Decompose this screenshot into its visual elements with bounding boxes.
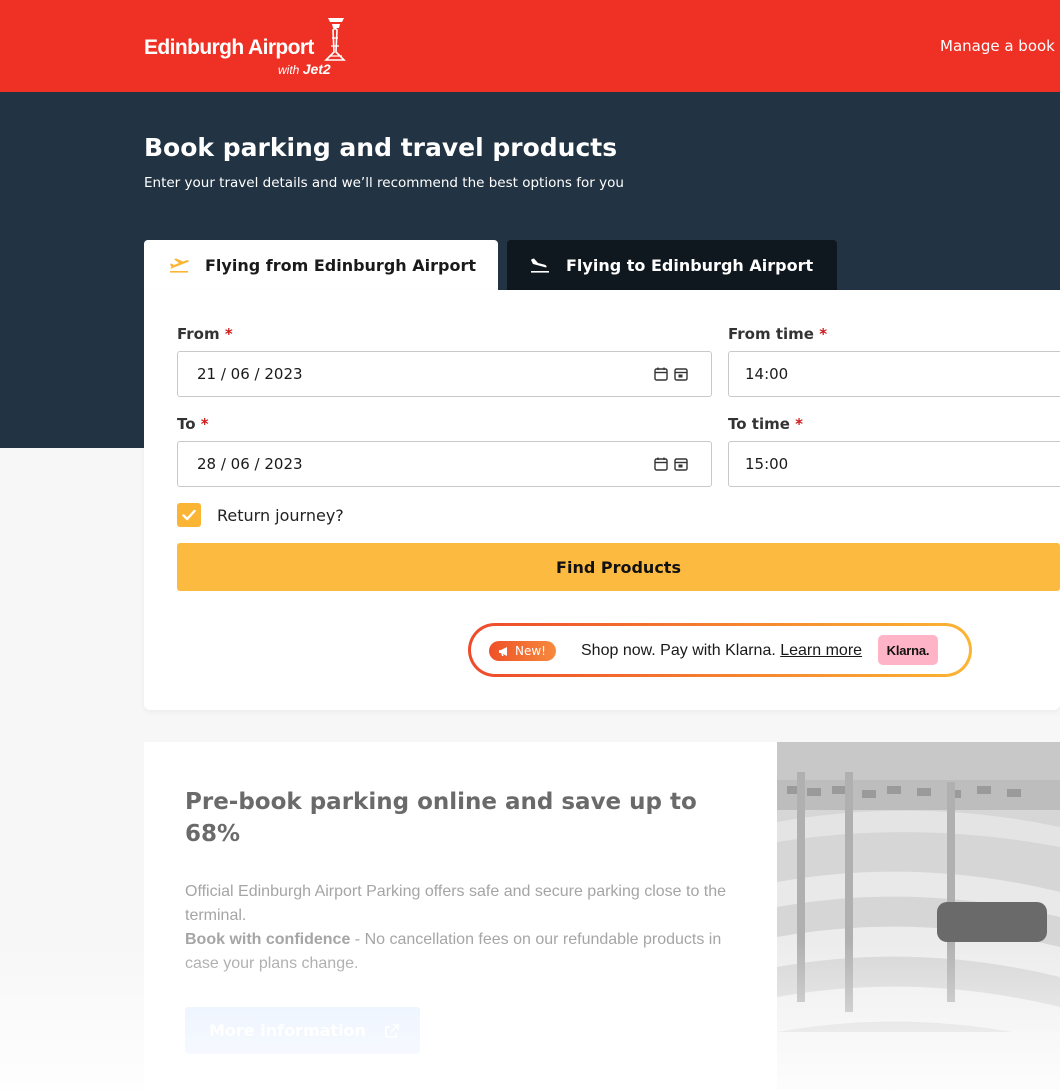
external-link-icon (385, 1023, 399, 1038)
tab-flying-from[interactable]: Flying from Edinburgh Airport (144, 240, 498, 290)
page-subtitle: Enter your travel details and we’ll reco… (144, 175, 624, 191)
to-time-label: To time * (728, 415, 803, 433)
tab-label: Flying to Edinburgh Airport (566, 255, 814, 275)
plane-takeoff-icon (168, 256, 190, 274)
from-date-value: 21 / 06 / 2023 (197, 365, 303, 383)
klarna-message: Shop now. Pay with Klarna. Learn more (581, 642, 863, 659)
from-time-input[interactable]: 14:00 (728, 351, 1060, 397)
car-park-photo (777, 742, 1060, 1090)
megaphone-icon (499, 646, 507, 656)
logo-title: Edinburgh Airport (144, 36, 314, 59)
learn-more-link[interactable]: Learn more (780, 642, 862, 659)
to-date-value: 28 / 06 / 2023 (197, 455, 303, 473)
tab-flying-to[interactable]: Flying to Edinburgh Airport (507, 240, 837, 290)
calendar-day-icon[interactable] (674, 367, 688, 381)
more-information-label: More information (209, 1021, 366, 1040)
new-badge-label: New! (515, 644, 546, 658)
manage-booking-link[interactable]: Manage a book (940, 37, 1055, 55)
to-time-value: 15:00 (745, 455, 789, 473)
promo-description: Official Edinburgh Airport Parking offer… (185, 883, 727, 972)
calendar-icon[interactable] (654, 367, 668, 381)
promo-title: Pre-book parking online and save up to 6… (185, 789, 697, 847)
page-title: Book parking and travel products (144, 133, 618, 162)
logo-subtitle: with Jet2 (278, 61, 331, 77)
from-time-value: 14:00 (745, 365, 789, 383)
find-products-button[interactable]: Find Products (177, 543, 1060, 591)
klarna-logo: Klarna. (878, 635, 938, 665)
return-journey-label[interactable]: Return journey? (217, 506, 344, 525)
return-journey-checkbox[interactable] (177, 503, 201, 527)
from-date-input[interactable]: 21 / 06 / 2023 (177, 351, 712, 397)
more-information-button[interactable]: More information (185, 1007, 420, 1054)
new-badge: New! (489, 641, 556, 661)
from-time-label: From time * (728, 325, 828, 343)
checkmark-icon (182, 509, 196, 521)
calendar-icon[interactable] (654, 457, 668, 471)
from-date-label: From * (177, 325, 233, 343)
edinburgh-airport-logo[interactable]: Edinburgh Airport with Jet2 (144, 16, 354, 78)
to-time-input[interactable]: 15:00 (728, 441, 1060, 487)
plane-landing-icon (529, 256, 551, 274)
control-tower-icon (324, 18, 346, 61)
to-date-input[interactable]: 28 / 06 / 2023 (177, 441, 712, 487)
to-date-label: To * (177, 415, 209, 433)
calendar-day-icon[interactable] (674, 457, 688, 471)
klarna-banner: New! Shop now. Pay with Klarna. Learn mo… (468, 623, 972, 677)
tab-label: Flying from Edinburgh Airport (205, 255, 476, 275)
